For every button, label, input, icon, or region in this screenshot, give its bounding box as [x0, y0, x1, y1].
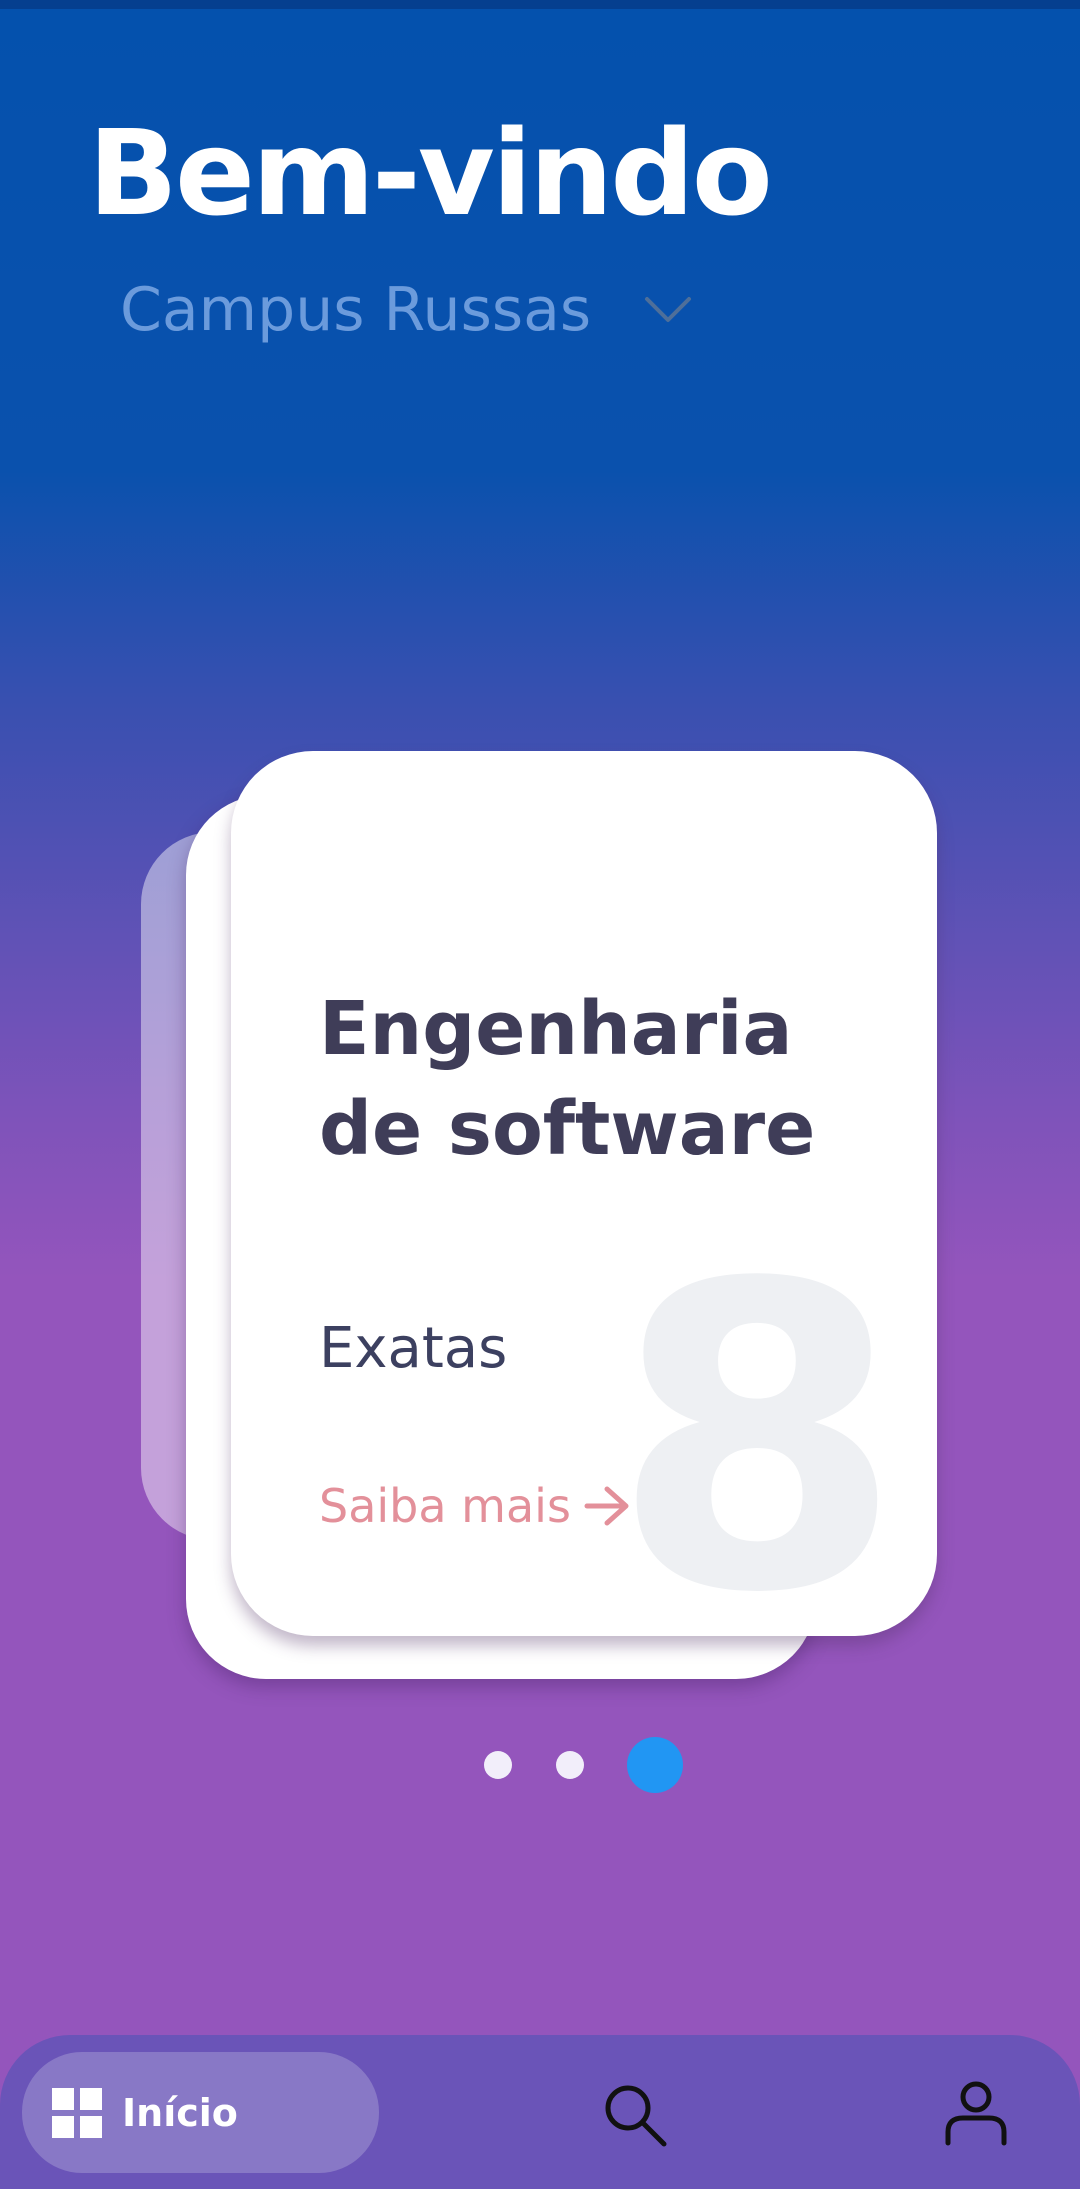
- nav-home-button[interactable]: Início: [22, 2052, 379, 2173]
- pager-dot-active[interactable]: [627, 1737, 683, 1793]
- course-area: Exatas: [319, 1316, 508, 1381]
- course-card[interactable]: 8 Engenharia de software Exatas Saiba ma…: [231, 751, 937, 1636]
- course-name: Engenharia de software: [319, 986, 816, 1172]
- arrow-right-icon: [584, 1486, 629, 1526]
- campus-selector[interactable]: Campus Russas: [120, 270, 693, 350]
- pager-dot[interactable]: [556, 1751, 584, 1779]
- search-icon[interactable]: [600, 2080, 670, 2150]
- nav-home-label: Início: [122, 2090, 238, 2135]
- learn-more-link[interactable]: Saiba mais: [319, 1479, 631, 1533]
- pager-dot[interactable]: [484, 1751, 512, 1779]
- status-bar: [0, 0, 1080, 9]
- page-title: Bem-vindo: [88, 104, 773, 242]
- user-icon[interactable]: [943, 2080, 1009, 2146]
- chevron-down-icon: [645, 297, 692, 322]
- card-number: 8: [611, 1196, 904, 1637]
- bottom-navigation: Início: [0, 2035, 1080, 2189]
- carousel-pager: [0, 1735, 1080, 1795]
- learn-more-label: Saiba mais: [319, 1479, 571, 1533]
- campus-label: Campus Russas: [120, 275, 592, 345]
- grid-icon: [52, 2087, 102, 2138]
